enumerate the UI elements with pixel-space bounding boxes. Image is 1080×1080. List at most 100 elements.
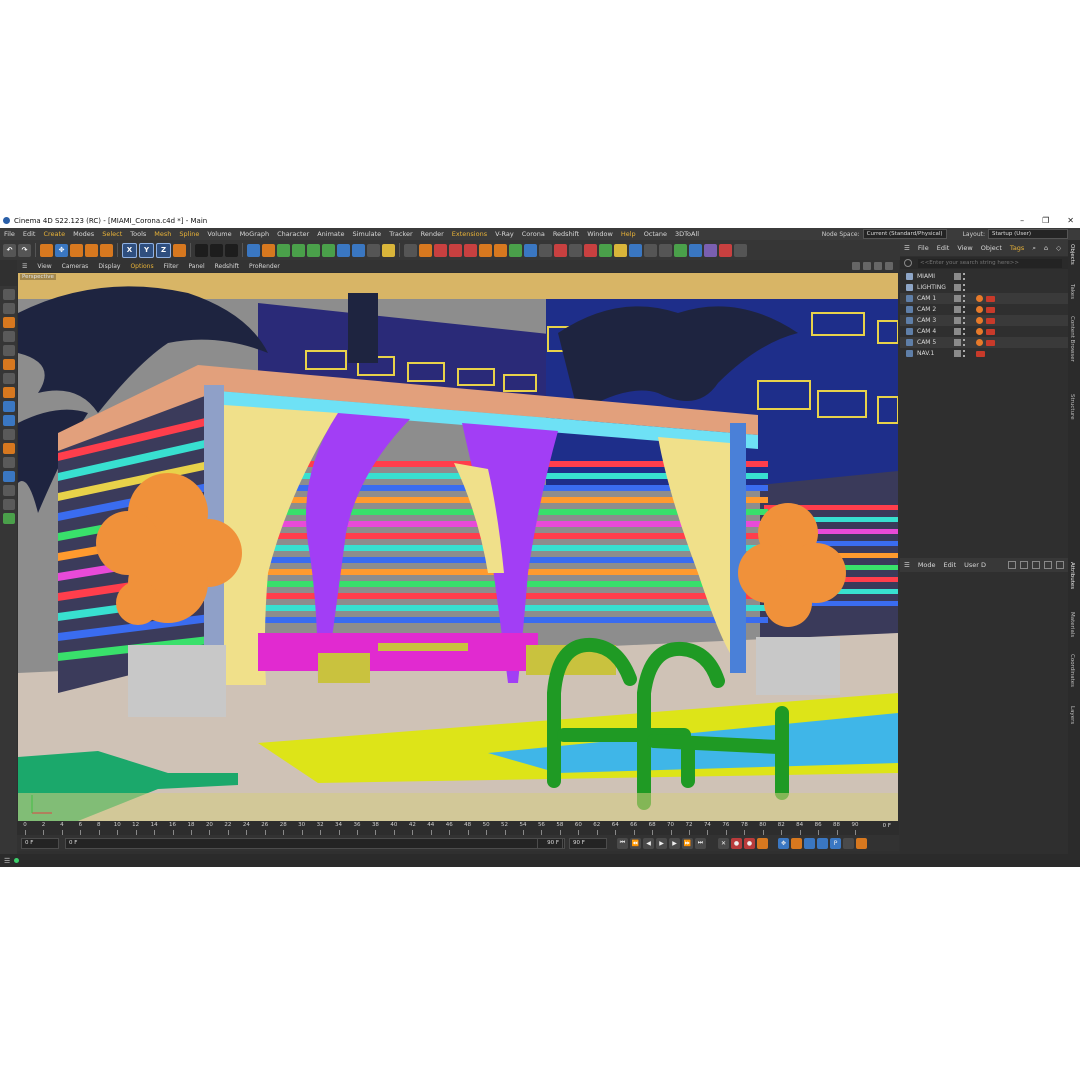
camera-icon[interactable] (367, 243, 380, 257)
deformer-icon[interactable] (307, 243, 320, 257)
axis-mode-icon[interactable] (2, 387, 15, 398)
redshift-proxy-icon[interactable] (644, 243, 657, 257)
layer-checkbox[interactable] (954, 273, 961, 280)
toggle-view-icon[interactable] (885, 262, 893, 270)
visibility-dots-icon[interactable] (963, 317, 968, 324)
rotation-key-icon[interactable] (804, 837, 815, 849)
redshift-settings-icon[interactable] (659, 243, 672, 257)
play-icon[interactable]: ▶ (656, 837, 667, 849)
redshift-material-icon[interactable] (599, 243, 612, 257)
preview-max-field[interactable]: 90 F (537, 837, 563, 849)
om-home-icon[interactable]: ⌂ (1040, 244, 1052, 252)
rotate-tool-icon[interactable] (85, 243, 98, 257)
menu-spline[interactable]: Spline (175, 230, 203, 238)
camera-tag-icon[interactable] (986, 295, 995, 302)
viewport-menu-redshift[interactable]: Redshift (210, 263, 244, 270)
om-filter-icon[interactable]: ◇ (1052, 244, 1065, 252)
go-to-end-icon[interactable]: ⏭ (695, 837, 706, 849)
menu-render[interactable]: Render (417, 230, 448, 238)
solo-mode-icon[interactable] (2, 415, 15, 426)
octane-light-icon[interactable] (719, 243, 732, 257)
menu-animate[interactable]: Animate (313, 230, 348, 238)
menu-select[interactable]: Select (98, 230, 126, 238)
edges-mode-icon[interactable] (2, 359, 15, 370)
menu-tools[interactable]: Tools (126, 230, 150, 238)
coordinate-system-icon[interactable] (173, 243, 186, 257)
parameter-key-icon[interactable] (817, 837, 828, 849)
y-axis-lock-button[interactable]: Y (139, 242, 154, 258)
layer-checkbox[interactable] (954, 284, 961, 291)
live-selection-icon[interactable] (40, 243, 53, 257)
protection-tag-icon[interactable] (976, 306, 983, 313)
visibility-dots-icon[interactable] (963, 273, 968, 280)
layer-checkbox[interactable] (954, 295, 961, 302)
om-menu-view[interactable]: View (953, 244, 976, 252)
menu-window[interactable]: Window (583, 230, 617, 238)
menu-octane[interactable]: Octane (640, 230, 671, 238)
layer-checkbox[interactable] (954, 339, 961, 346)
quantize-icon[interactable] (2, 499, 15, 510)
octane-material-icon[interactable] (704, 243, 717, 257)
visibility-dots-icon[interactable] (963, 339, 968, 346)
tab-coordinates[interactable]: Coordinates (1069, 654, 1075, 687)
status-menu-icon[interactable]: ☰ (4, 857, 10, 865)
planar-workplane-icon[interactable] (2, 485, 15, 496)
light-icon[interactable] (382, 243, 395, 257)
tab-materials[interactable]: Materials (1069, 612, 1075, 637)
vray-light-icon[interactable] (404, 243, 417, 257)
enable-axis-icon[interactable] (2, 443, 15, 454)
cube-icon[interactable] (247, 243, 260, 257)
x-axis-lock-button[interactable]: X (122, 242, 137, 258)
position-key-icon[interactable]: ✥ (778, 837, 789, 849)
floor-icon[interactable] (337, 243, 350, 257)
texture-mode-icon[interactable] (2, 317, 15, 328)
timeline-grid-icon[interactable] (843, 837, 854, 849)
object-search-input[interactable] (918, 258, 1062, 268)
redshift-dome-icon[interactable] (629, 243, 642, 257)
menu-mograph[interactable]: MoGraph (236, 230, 274, 238)
vray-fur-icon[interactable] (464, 243, 477, 257)
protection-tag-icon[interactable] (976, 295, 983, 302)
go-to-start-icon[interactable]: ⏮ (617, 837, 628, 849)
tab-structure[interactable]: Structure (1069, 394, 1075, 420)
camera-tag-icon[interactable] (986, 328, 995, 335)
protection-tag-icon[interactable] (976, 328, 983, 335)
dolly-view-icon[interactable] (863, 262, 871, 270)
camera-tag-icon[interactable] (986, 317, 995, 324)
viewport-menu-panel[interactable]: Panel (183, 263, 209, 270)
menu-volume[interactable]: Volume (203, 230, 235, 238)
visibility-dots-icon[interactable] (963, 328, 968, 335)
model-mode-icon[interactable] (2, 303, 15, 314)
rotate-view-icon[interactable] (874, 262, 882, 270)
camera-tag-icon[interactable] (986, 339, 995, 346)
attr-menu-edit[interactable]: Edit (940, 561, 961, 569)
camera-tag-icon[interactable] (986, 306, 995, 313)
viewport-menu-view[interactable]: View (32, 263, 56, 270)
enable-snap-icon[interactable] (2, 429, 15, 440)
recent-tools-icon[interactable] (100, 243, 113, 257)
object-row-lighting[interactable]: LIGHTING (900, 282, 1068, 293)
tab-takes[interactable]: Takes (1069, 284, 1075, 299)
corona-light-icon[interactable] (479, 243, 492, 257)
octane-settings-icon[interactable] (689, 243, 702, 257)
om-search-icon[interactable]: ⌕ (1028, 244, 1040, 253)
viewport-menu-cameras[interactable]: Cameras (57, 263, 94, 270)
points-mode-icon[interactable] (2, 345, 15, 356)
visibility-dots-icon[interactable] (963, 306, 968, 313)
search-icon[interactable] (1032, 561, 1040, 569)
cloner-icon[interactable] (292, 243, 305, 257)
corona-vfb-icon[interactable] (539, 243, 552, 257)
protection-tag-icon[interactable] (976, 317, 983, 324)
record-active-objects-icon[interactable]: ● (731, 837, 742, 849)
grid-icon[interactable] (352, 243, 365, 257)
menu-extensions[interactable]: Extensions (448, 230, 491, 238)
visibility-dots-icon[interactable] (963, 350, 968, 357)
scale-tool-icon[interactable] (70, 243, 83, 257)
render-settings-icon[interactable] (225, 243, 238, 257)
3dtoall-icon[interactable] (734, 243, 747, 257)
object-row-cam5[interactable]: CAM 5 (900, 337, 1068, 348)
layer-checkbox[interactable] (954, 306, 961, 313)
om-menu-object[interactable]: Object (977, 244, 1006, 252)
vray-dome-icon[interactable] (434, 243, 447, 257)
end-frame-field[interactable]: 90 F (569, 837, 607, 849)
